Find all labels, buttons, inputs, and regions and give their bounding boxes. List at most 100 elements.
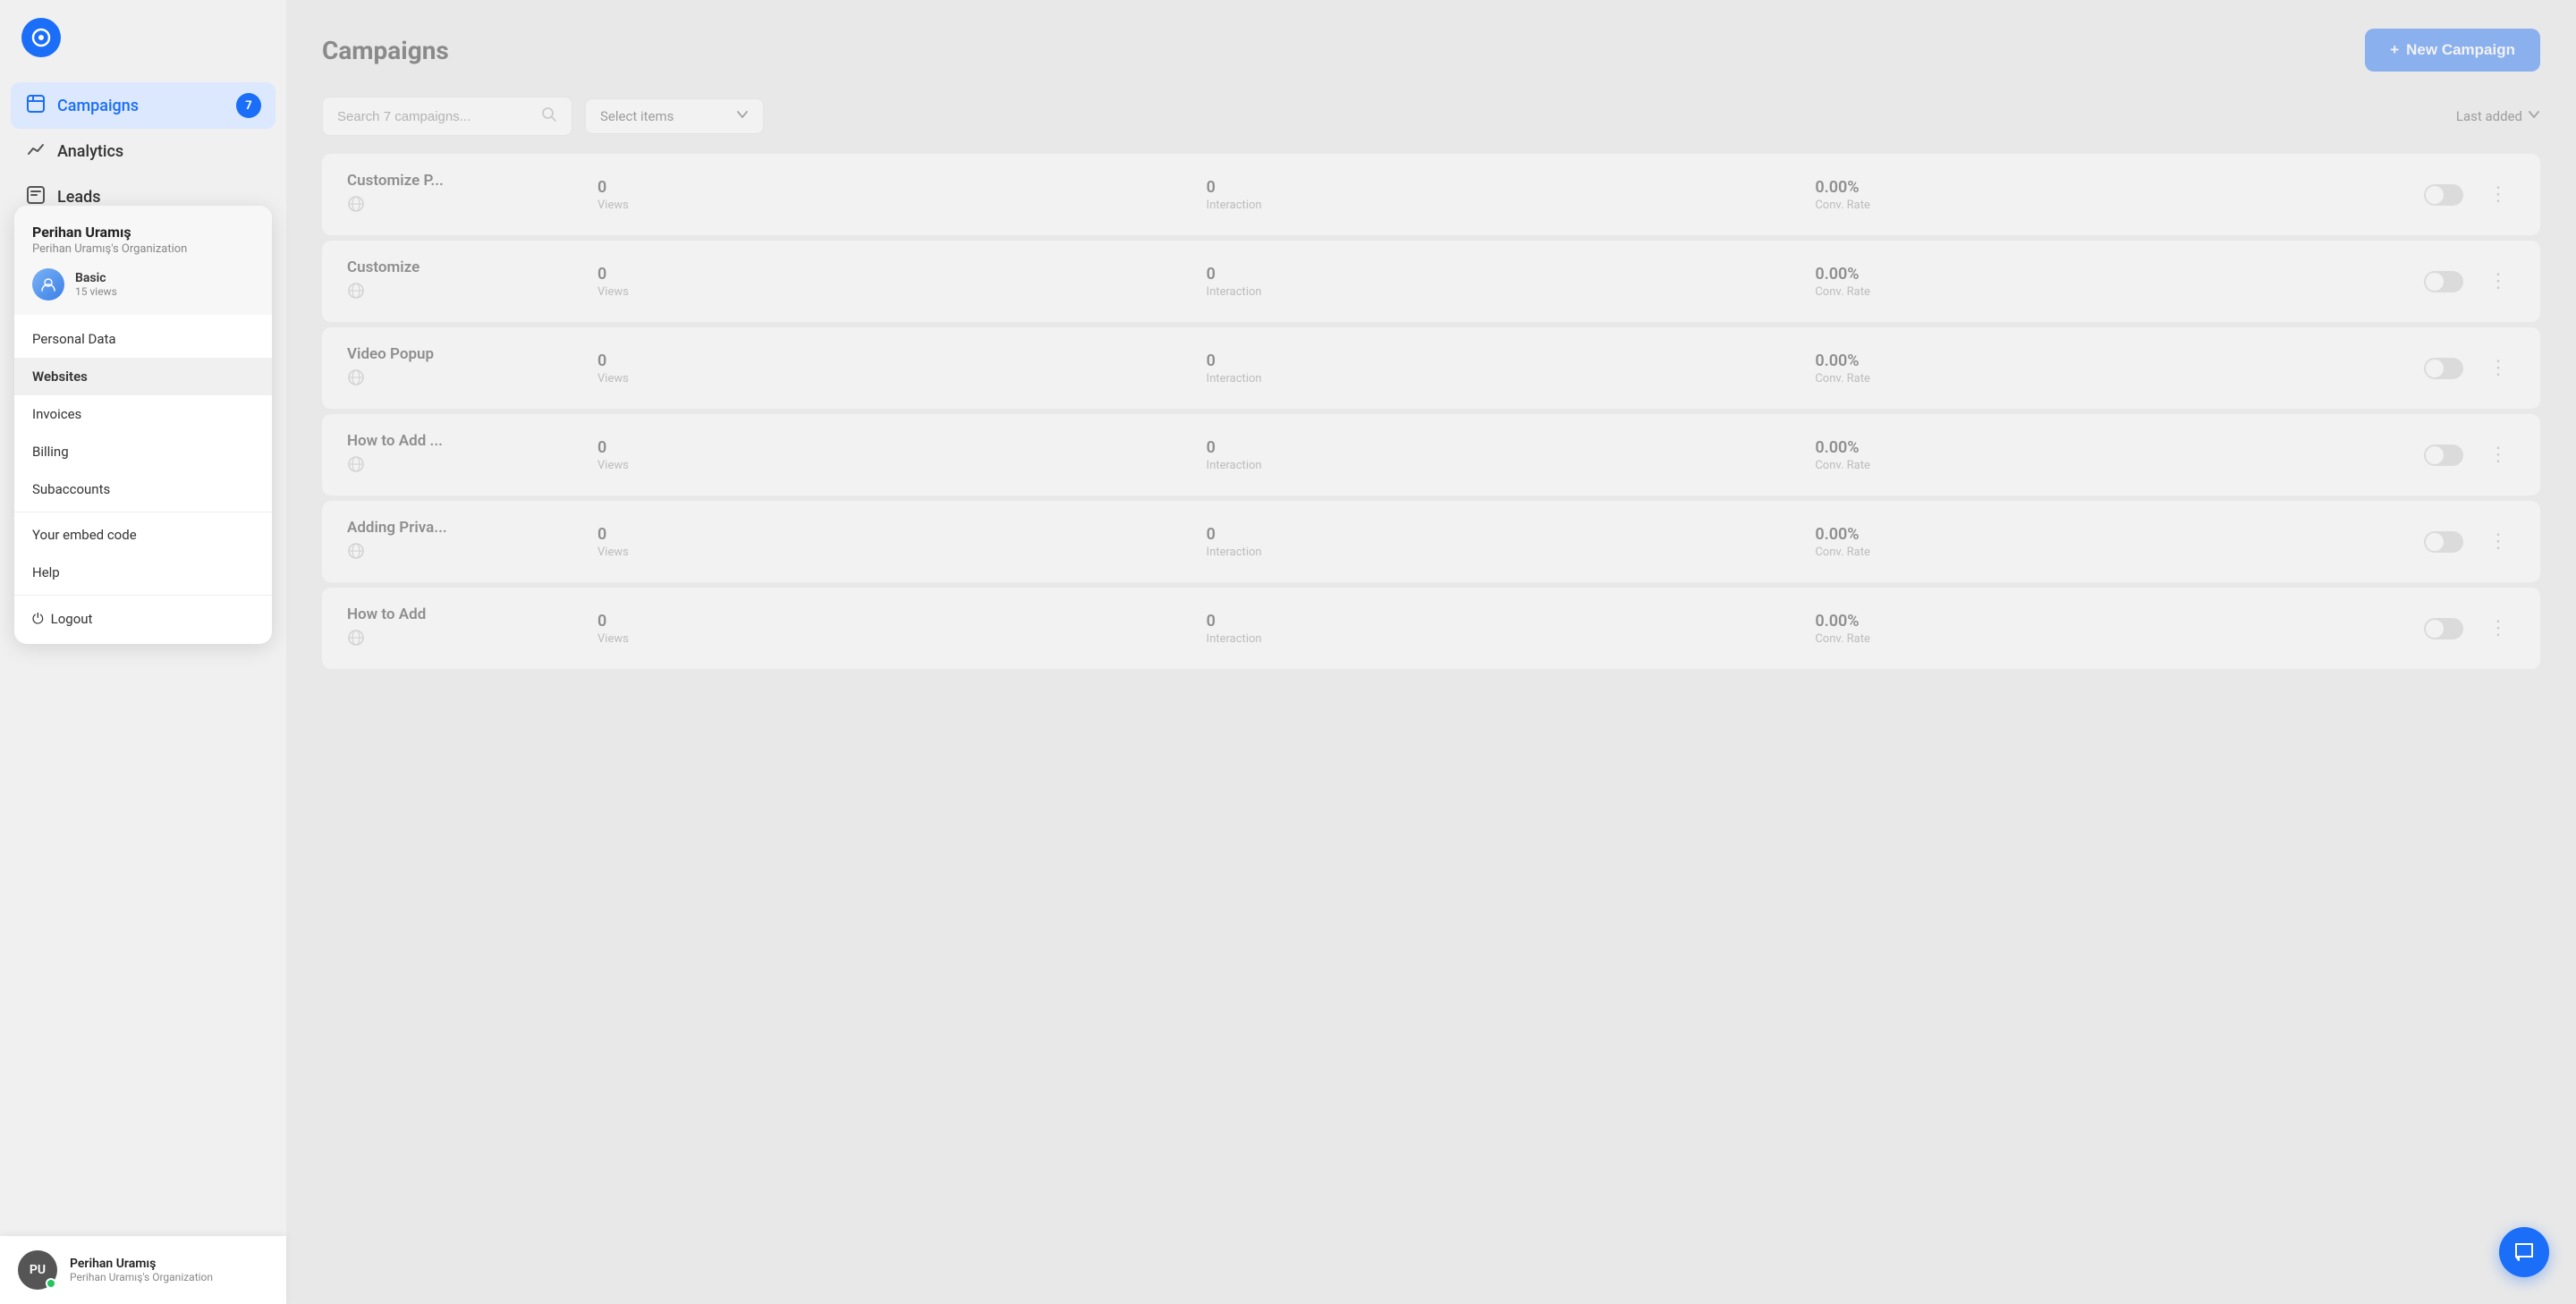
campaign-card: Customize P... 0 Views 0 Interaction 0. [322,154,2540,235]
campaign-toggle[interactable] [2424,445,2463,466]
campaign-more-button[interactable]: ⋮ [2481,180,2515,209]
new-campaign-button[interactable]: + New Campaign [2365,29,2540,72]
sidebar-item-campaigns-label: Campaigns [57,97,139,115]
campaign-list: Customize P... 0 Views 0 Interaction 0. [322,154,2540,673]
search-input[interactable] [337,109,532,124]
user-bottom-info: Perihan Uramış Perihan Uramış's Organiza… [70,1257,213,1283]
page-header: Campaigns + New Campaign [322,29,2540,72]
menu-item-help[interactable]: Help [14,554,272,591]
page-title: Campaigns [322,36,449,65]
globe-icon [347,546,365,564]
new-campaign-label: New Campaign [2406,41,2515,59]
campaign-views: 0 Views [597,438,1189,472]
menu-item-billing[interactable]: Billing [14,433,272,470]
plan-name: Basic [75,271,117,285]
sidebar: Campaigns 7 Analytics Leads [0,0,286,1304]
globe-icon [347,372,365,391]
select-items-dropdown[interactable]: Select items [585,98,764,134]
app-logo[interactable] [21,18,61,57]
menu-item-subaccounts[interactable]: Subaccounts [14,470,272,508]
campaign-more-button[interactable]: ⋮ [2481,614,2515,643]
select-items-label: Select items [600,108,674,124]
campaign-card: Video Popup 0 Views 0 Interaction 0.00% [322,327,2540,409]
campaign-conv-rate: 0.00% Conv. Rate [1815,265,2406,299]
campaign-title: Adding Priva... [347,519,580,537]
bottom-user-name: Perihan Uramış [70,1257,213,1271]
logout-icon: ⏻ [32,610,44,628]
sidebar-item-analytics[interactable]: Analytics [11,129,275,174]
campaign-title: Video Popup [347,345,580,363]
dropdown-user-name: Perihan Uramış [32,224,254,241]
campaign-interaction: 0 Interaction [1207,178,1798,212]
sort-dropdown[interactable]: Last added [2456,108,2540,124]
campaign-title: How to Add [347,605,580,623]
globe-icon [347,199,365,217]
chevron-down-icon [736,108,749,124]
dropdown-user-org: Perihan Uramış's Organization [32,242,254,256]
logout-label: Logout [51,611,93,627]
campaign-toggle[interactable] [2424,184,2463,206]
campaign-views: 0 Views [597,612,1189,646]
sidebar-item-campaigns[interactable]: Campaigns 7 [11,82,275,129]
globe-icon [347,632,365,651]
campaign-toggle[interactable] [2424,358,2463,379]
campaign-more-button[interactable]: ⋮ [2481,267,2515,296]
user-dropdown: Perihan Uramış Perihan Uramış's Organiza… [14,206,272,644]
user-initials: PU [30,1263,46,1277]
campaign-name-section: How to Add ... [347,432,580,478]
campaign-interaction: 0 Interaction [1207,351,1798,385]
campaign-views: 0 Views [597,351,1189,385]
campaign-title: Customize P... [347,172,580,190]
user-plan: Basic 15 views [32,268,254,301]
sort-label-text: Last added [2456,108,2522,124]
campaign-toggle[interactable] [2424,618,2463,639]
campaign-interaction: 0 Interaction [1207,438,1798,472]
campaign-more-button[interactable]: ⋮ [2481,527,2515,556]
user-avatar: PU [18,1250,57,1290]
campaign-toggle[interactable] [2424,531,2463,553]
dropdown-header: Perihan Uramış Perihan Uramış's Organiza… [14,206,272,315]
campaign-more-button[interactable]: ⋮ [2481,353,2515,383]
main-content: Campaigns + New Campaign Select items [286,0,2576,1304]
new-campaign-icon: + [2390,41,2399,59]
campaign-views: 0 Views [597,265,1189,299]
campaign-card: How to Add ... 0 Views 0 Interaction 0. [322,414,2540,495]
bottom-user-org: Perihan Uramış's Organization [70,1271,213,1283]
campaigns-icon [25,94,47,118]
campaign-title: Customize [347,258,580,276]
menu-item-personal-data[interactable]: Personal Data [14,320,272,358]
dropdown-menu: Personal Data Websites Invoices Billing … [14,315,272,644]
campaign-card: Customize 0 Views 0 Interaction 0.00% [322,241,2540,322]
menu-item-logout[interactable]: ⏻ Logout [14,599,272,639]
campaign-interaction: 0 Interaction [1207,265,1798,299]
campaign-card: Adding Priva... 0 Views 0 Interaction 0 [322,501,2540,582]
search-box[interactable] [322,97,572,136]
plan-avatar [32,268,64,301]
plan-views: 15 views [75,285,117,298]
campaign-views: 0 Views [597,525,1189,559]
sidebar-logo [0,0,286,75]
sidebar-item-leads-label: Leads [57,188,100,207]
campaign-more-button[interactable]: ⋮ [2481,440,2515,470]
campaign-interaction: 0 Interaction [1207,612,1798,646]
dropdown-divider-2 [14,595,272,596]
menu-item-websites[interactable]: Websites [14,358,272,395]
globe-icon [347,459,365,478]
campaign-conv-rate: 0.00% Conv. Rate [1815,178,2406,212]
plan-info: Basic 15 views [75,271,117,298]
sort-chevron-icon [2528,108,2540,124]
campaign-conv-rate: 0.00% Conv. Rate [1815,351,2406,385]
campaign-toggle[interactable] [2424,271,2463,292]
sidebar-item-analytics-label: Analytics [57,142,123,161]
chat-button[interactable] [2499,1227,2549,1277]
campaign-name-section: Customize P... [347,172,580,217]
campaign-views: 0 Views [597,178,1189,212]
globe-icon [347,285,365,304]
user-bottom-card[interactable]: PU Perihan Uramış Perihan Uramış's Organ… [0,1236,286,1304]
search-icon [541,106,557,126]
menu-item-invoices[interactable]: Invoices [14,395,272,433]
analytics-icon [25,140,47,164]
campaign-name-section: Video Popup [347,345,580,391]
campaign-name-section: Adding Priva... [347,519,580,564]
menu-item-embed-code[interactable]: Your embed code [14,516,272,554]
